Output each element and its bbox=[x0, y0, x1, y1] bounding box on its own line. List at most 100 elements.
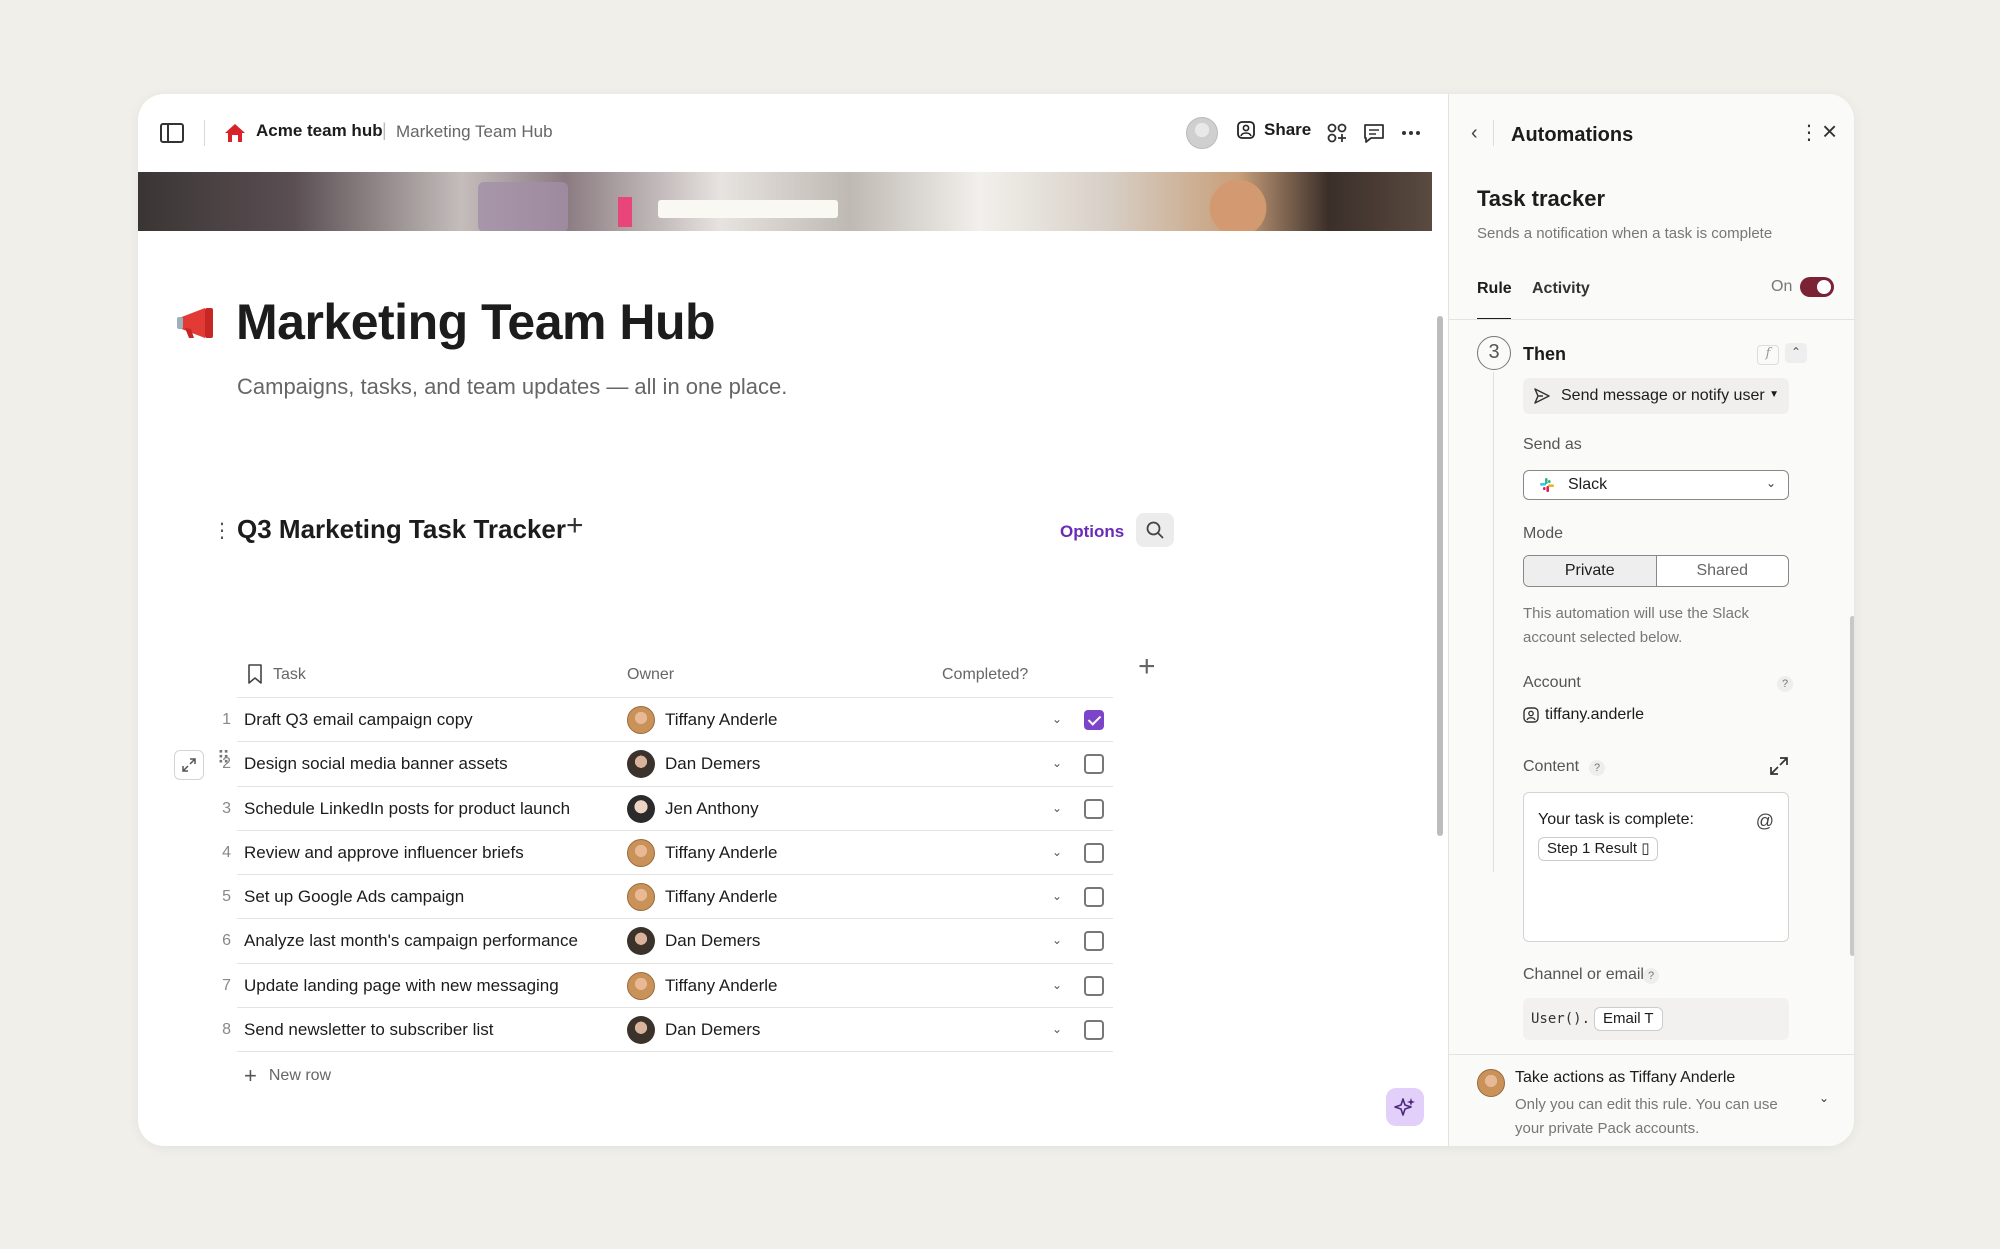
chevron-down-icon[interactable]: ⌄ bbox=[1052, 712, 1062, 726]
tab-rule[interactable]: Rule bbox=[1477, 280, 1512, 298]
sparkle-icon bbox=[1394, 1098, 1415, 1116]
column-header-completed[interactable]: Completed? bbox=[942, 666, 1028, 684]
chevron-down-icon[interactable]: ⌄ bbox=[1052, 845, 1062, 859]
chevron-down-icon[interactable]: ⌄ bbox=[1052, 1022, 1062, 1036]
owner-cell[interactable]: Tiffany Anderle bbox=[627, 706, 777, 734]
chevron-down-icon[interactable]: ⌄ bbox=[1819, 1091, 1829, 1105]
owner-cell[interactable]: Tiffany Anderle bbox=[627, 883, 777, 912]
kebab-icon[interactable]: ⋮ bbox=[1799, 120, 1819, 145]
owner-cell[interactable]: Dan Demers bbox=[627, 927, 760, 956]
table-row[interactable]: 2 Design social media banner assets Dan De… bbox=[222, 742, 1113, 787]
task-cell[interactable]: Send newsletter to subscriber list bbox=[244, 1020, 493, 1040]
help-icon[interactable]: ? bbox=[1589, 760, 1605, 776]
options-button[interactable]: Options bbox=[1060, 522, 1124, 542]
task-cell[interactable]: Draft Q3 email campaign copy bbox=[244, 710, 473, 730]
page-title: Marketing Team Hub bbox=[236, 294, 716, 350]
chevron-down-icon[interactable]: ⌄ bbox=[1052, 889, 1062, 903]
share-button[interactable]: Share bbox=[1236, 120, 1311, 140]
add-view-button[interactable]: + bbox=[566, 509, 584, 543]
more-icon[interactable] bbox=[1400, 122, 1422, 144]
toggle-label: On bbox=[1771, 278, 1793, 295]
send-icon bbox=[1534, 388, 1550, 404]
owner-cell[interactable]: Tiffany Anderle bbox=[627, 838, 777, 867]
content-editor[interactable]: Your task is complete: Step 1 Result ▯ @ bbox=[1523, 792, 1789, 942]
search-button[interactable] bbox=[1136, 513, 1174, 547]
row-number: 8 bbox=[222, 1021, 231, 1039]
completed-checkbox[interactable] bbox=[1084, 1020, 1104, 1041]
expand-icon[interactable] bbox=[1769, 756, 1789, 776]
breadcrumb-doc[interactable]: Acme team hub bbox=[256, 121, 383, 141]
ai-assistant-button[interactable] bbox=[1386, 1088, 1424, 1126]
account-value[interactable]: tiffany.anderle bbox=[1523, 706, 1644, 724]
owner-cell[interactable]: Dan Demers bbox=[627, 750, 760, 779]
owner-name: Dan Demers bbox=[665, 1020, 761, 1040]
table-row[interactable]: 4 Review and approve influencer briefs Tif… bbox=[222, 831, 1113, 876]
scrollbar[interactable] bbox=[1850, 616, 1854, 956]
channel-input[interactable]: User(). Email T bbox=[1523, 998, 1789, 1040]
owner-cell[interactable]: Dan Demers bbox=[627, 1016, 761, 1045]
task-cell[interactable]: Set up Google Ads campaign bbox=[244, 887, 464, 907]
close-icon[interactable]: × bbox=[1822, 116, 1837, 147]
content-token[interactable]: Step 1 Result ▯ bbox=[1538, 837, 1659, 861]
drag-handle-icon[interactable]: ⠿ bbox=[217, 749, 230, 767]
table-row[interactable]: 1 Draft Q3 email campaign copy Tiffany And… bbox=[222, 698, 1113, 743]
column-header-task[interactable]: Task bbox=[273, 666, 306, 684]
row-number: 3 bbox=[222, 799, 231, 817]
scrollbar[interactable] bbox=[1437, 316, 1443, 836]
column-header-owner[interactable]: Owner bbox=[627, 666, 674, 684]
owner-cell[interactable]: Jen Anthony bbox=[627, 794, 759, 823]
action-select[interactable]: Send message or notify user ▼ bbox=[1523, 378, 1789, 414]
back-icon[interactable]: ‹ bbox=[1471, 122, 1478, 145]
task-cell[interactable]: Update landing page with new messaging bbox=[244, 976, 559, 996]
collapse-icon[interactable]: ⌃ bbox=[1785, 343, 1807, 363]
mode-option-shared[interactable]: Shared bbox=[1657, 556, 1789, 586]
completed-checkbox[interactable] bbox=[1084, 887, 1104, 908]
completed-checkbox[interactable] bbox=[1084, 842, 1104, 863]
rule-enabled-toggle[interactable] bbox=[1800, 277, 1834, 297]
help-icon[interactable]: ? bbox=[1643, 968, 1659, 984]
table-row[interactable]: 8 Send newsletter to subscriber list Dan D… bbox=[222, 1008, 1113, 1053]
action-label: Send message or notify user bbox=[1561, 387, 1765, 404]
send-as-select[interactable]: Slack ⌄ bbox=[1523, 470, 1789, 500]
expand-row-button[interactable] bbox=[174, 750, 204, 780]
completed-checkbox[interactable] bbox=[1084, 798, 1104, 819]
content-text: Your task is complete: bbox=[1538, 811, 1694, 828]
avatar[interactable] bbox=[1186, 117, 1218, 149]
table-menu-icon[interactable]: ⋮ bbox=[212, 518, 232, 543]
table-row[interactable]: 5 Set up Google Ads campaign Tiffany Ander… bbox=[222, 875, 1113, 920]
help-icon[interactable]: ? bbox=[1777, 676, 1793, 692]
app-window: Acme team hub | Marketing Team Hub Share bbox=[138, 94, 1854, 1146]
task-cell[interactable]: Analyze last month's campaign performanc… bbox=[244, 931, 578, 951]
table-row[interactable]: 3 Schedule LinkedIn posts for product lau… bbox=[222, 787, 1113, 831]
completed-checkbox[interactable] bbox=[1084, 975, 1104, 996]
mode-option-private[interactable]: Private bbox=[1524, 556, 1657, 586]
table-row[interactable]: 6 Analyze last month's campaign performan… bbox=[222, 919, 1113, 964]
chevron-down-icon[interactable]: ⌄ bbox=[1052, 801, 1062, 815]
at-icon[interactable]: @ bbox=[1756, 811, 1774, 832]
completed-checkbox[interactable] bbox=[1084, 754, 1104, 775]
breadcrumb-page[interactable]: Marketing Team Hub bbox=[396, 122, 553, 142]
divider bbox=[1493, 120, 1494, 146]
chevron-down-icon[interactable]: ⌄ bbox=[1052, 756, 1062, 770]
completed-checkbox[interactable] bbox=[1084, 931, 1104, 952]
chevron-down-icon[interactable]: ⌄ bbox=[1052, 933, 1062, 947]
avatar bbox=[627, 927, 655, 956]
task-cell[interactable]: Design social media banner assets bbox=[244, 754, 508, 774]
channel-token[interactable]: Email T bbox=[1594, 1007, 1663, 1031]
owner-cell[interactable]: Tiffany Anderle bbox=[627, 971, 777, 1000]
table-row[interactable]: 7 Update landing page with new messaging T… bbox=[222, 964, 1113, 1009]
sidebar-toggle-icon[interactable] bbox=[160, 123, 184, 143]
task-cell[interactable]: Schedule LinkedIn posts for product laun… bbox=[244, 799, 570, 819]
run-as-footer[interactable]: Take actions as Tiffany Anderle Only you… bbox=[1449, 1054, 1854, 1146]
tab-activity[interactable]: Activity bbox=[1532, 280, 1590, 298]
comment-icon[interactable] bbox=[1363, 122, 1385, 144]
formula-icon[interactable]: f bbox=[1757, 345, 1779, 365]
footer-title: Take actions as Tiffany Anderle bbox=[1515, 1069, 1736, 1086]
apps-icon[interactable] bbox=[1326, 122, 1348, 144]
new-row-button[interactable]: + New row bbox=[244, 1063, 331, 1089]
top-bar: Acme team hub | Marketing Team Hub Share bbox=[138, 94, 1448, 172]
task-cell[interactable]: Review and approve influencer briefs bbox=[244, 843, 524, 863]
chevron-down-icon[interactable]: ⌄ bbox=[1052, 978, 1062, 992]
completed-checkbox[interactable] bbox=[1084, 710, 1104, 730]
add-column-button[interactable]: + bbox=[1138, 650, 1156, 684]
